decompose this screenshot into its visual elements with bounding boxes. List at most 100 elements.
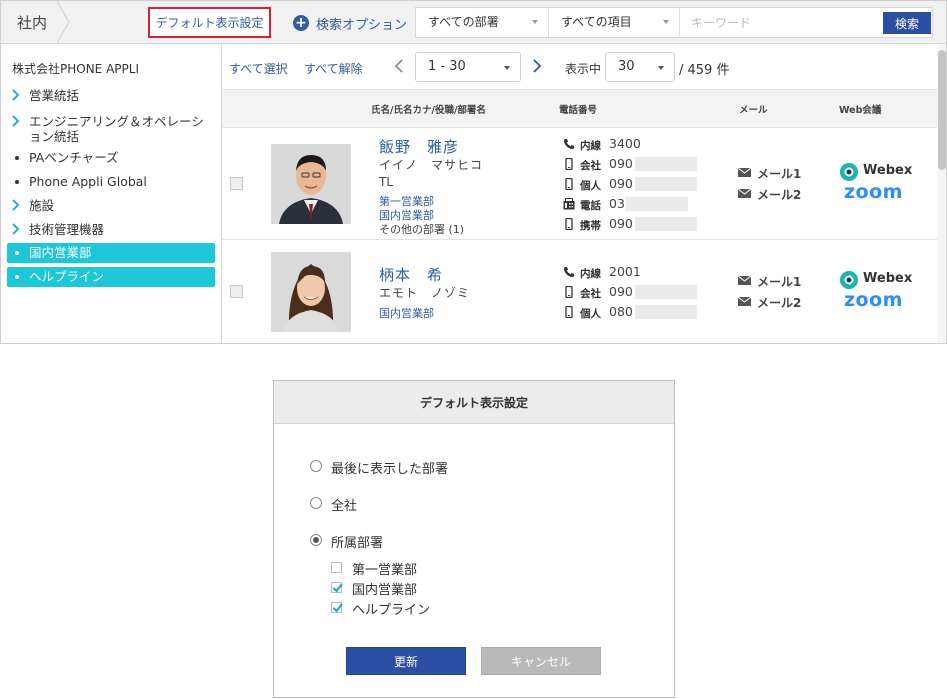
top-bar: 社内 デフォルト表示設定 + 検索オプション すべての部署 すべての項目 検索	[1, 1, 946, 44]
mobile-icon	[565, 158, 573, 170]
person-title: TL	[379, 175, 394, 189]
sidebar-item[interactable]: 国内営業部	[7, 243, 215, 263]
phone-label: 携帯	[580, 220, 601, 232]
checkmark-icon	[332, 583, 343, 593]
sidebar-item-label: Phone Appli Global	[29, 174, 147, 189]
sidebar-item-label: 技術管理機器	[29, 222, 105, 237]
chevron-right-icon	[12, 199, 20, 211]
checkbox-label: 第一営業部	[352, 563, 418, 578]
mail-label: メール1	[757, 167, 802, 181]
default-display-button[interactable]: デフォルト表示設定	[148, 7, 271, 38]
list-toolbar: すべて選択 すべて解除 1 - 30 表示中 30 / 459 件	[222, 44, 937, 90]
page-range-select[interactable]: 1 - 30	[415, 52, 521, 82]
other-departments[interactable]: その他の部署 (1)	[379, 221, 464, 237]
sidebar-item-label: 国内営業部	[29, 245, 92, 260]
chevron-right-icon	[12, 223, 20, 235]
person-department[interactable]: 国内営業部	[379, 305, 434, 321]
phone-number: 090	[609, 216, 633, 231]
row-checkbox[interactable]	[230, 177, 243, 190]
item-select-value: すべての項目	[561, 15, 632, 29]
phone-icon	[563, 139, 574, 150]
search-option-button[interactable]: + 検索オプション	[293, 13, 407, 33]
cancel-button[interactable]: キャンセル	[481, 647, 601, 675]
table-row[interactable]: 飯野 雅彦 イイノ マサヒコ TL 第一営業部 国内営業部 その他の部署 (1)…	[222, 128, 937, 240]
mobile-icon	[565, 178, 573, 190]
redacted-number	[635, 217, 697, 231]
redacted-number	[635, 285, 697, 299]
sidebar-item[interactable]: 営業統括	[7, 88, 215, 103]
deselect-all-link[interactable]: すべて解除	[304, 60, 363, 77]
department-select[interactable]: すべての部署	[416, 8, 549, 37]
phone-icon	[563, 267, 574, 278]
envelope-icon	[738, 168, 751, 177]
chevron-right-icon	[12, 89, 20, 101]
person-kana: イイノ マサヒコ	[379, 158, 484, 172]
sidebar-item-label: エンジニアリング＆オペレーション統括	[29, 114, 204, 144]
display-label: 表示中	[565, 62, 602, 76]
department-sidebar: 株式会社PHONE APPLI 営業統括エンジニアリング＆オペレーション統括 PA…	[1, 44, 222, 343]
bullet-icon	[15, 275, 19, 279]
zoom-link[interactable]: zoom	[844, 289, 903, 311]
phone-number: 03	[609, 196, 625, 211]
sidebar-item-label: 営業統括	[29, 88, 80, 103]
avatar	[271, 144, 351, 224]
bullet-icon	[15, 156, 19, 160]
table-row[interactable]: 柄本 希 エモト ノゾミ 国内営業部 内線 2001 会社 090 個人 080	[222, 240, 937, 343]
person-name[interactable]: 飯野 雅彦	[379, 136, 459, 157]
caret-down-icon	[663, 20, 669, 24]
sidebar-item[interactable]: Phone Appli Global	[7, 174, 215, 189]
company-name: 株式会社PHONE APPLI	[12, 62, 139, 76]
keyword-input[interactable]	[682, 8, 874, 37]
caret-down-icon	[504, 66, 510, 70]
phone-number: 3400	[609, 136, 641, 151]
phone-number: 090	[609, 156, 633, 171]
phone-label: 個人	[580, 308, 601, 320]
total-count: / 459 件	[679, 63, 730, 78]
sidebar-item[interactable]: エンジニアリング＆オペレーション統括	[7, 114, 215, 144]
sidebar-item[interactable]: PAベンチャーズ	[7, 150, 215, 165]
webex-label: Webex	[863, 271, 913, 286]
mail-label: メール2	[757, 296, 802, 310]
person-name[interactable]: 柄本 希	[379, 264, 443, 285]
webex-icon	[840, 163, 858, 181]
department-select-value: すべての部署	[428, 15, 499, 29]
item-select[interactable]: すべての項目	[549, 8, 680, 37]
mobile-icon	[565, 286, 573, 298]
mobile-icon	[565, 306, 573, 318]
checkbox-box	[331, 562, 342, 573]
sidebar-item-label: ヘルプライン	[29, 269, 105, 284]
chevron-right-icon[interactable]	[532, 59, 542, 73]
checkbox-box	[331, 582, 343, 593]
zoom-link[interactable]: zoom	[844, 181, 903, 203]
default-display-dialog: デフォルト表示設定 最後に表示した部署 全社 所属部署 第一営業部 国内営業部 …	[273, 380, 675, 698]
breadcrumb-label: 社内	[17, 14, 48, 32]
phone-label: 会社	[580, 288, 601, 300]
sidebar-item[interactable]: 施設	[7, 198, 215, 213]
vertical-scrollbar[interactable]	[937, 44, 946, 343]
fax-icon	[563, 198, 575, 210]
scrollbar-thumb[interactable]	[938, 50, 946, 170]
mail-label: メール2	[757, 188, 802, 202]
envelope-icon	[738, 297, 751, 306]
chevron-left-icon[interactable]	[394, 59, 404, 73]
row-checkbox[interactable]	[230, 285, 243, 298]
phone-label: 内線	[580, 140, 601, 152]
envelope-icon	[738, 189, 751, 198]
search-filter-box: すべての部署 すべての項目 検索	[415, 7, 933, 38]
sidebar-item[interactable]: ヘルプライン	[7, 267, 215, 287]
breadcrumb-arrow-icon	[56, 1, 70, 43]
search-option-label: 検索オプション	[316, 17, 408, 33]
update-button[interactable]: 更新	[346, 647, 466, 675]
mobile-icon	[565, 218, 573, 230]
radio-circle-selected	[310, 534, 322, 546]
caret-down-icon	[658, 66, 664, 70]
redacted-number	[635, 177, 697, 191]
select-all-link[interactable]: すべて選択	[229, 60, 288, 77]
radio-circle	[310, 460, 322, 472]
sidebar-item[interactable]: 技術管理機器	[7, 222, 215, 237]
checkbox-label: ヘルプライン	[352, 603, 431, 618]
per-page-select[interactable]: 30	[605, 52, 675, 82]
checkbox-label: 国内営業部	[352, 583, 418, 598]
search-button[interactable]: 検索	[883, 12, 931, 34]
breadcrumb[interactable]: 社内	[1, 1, 70, 43]
